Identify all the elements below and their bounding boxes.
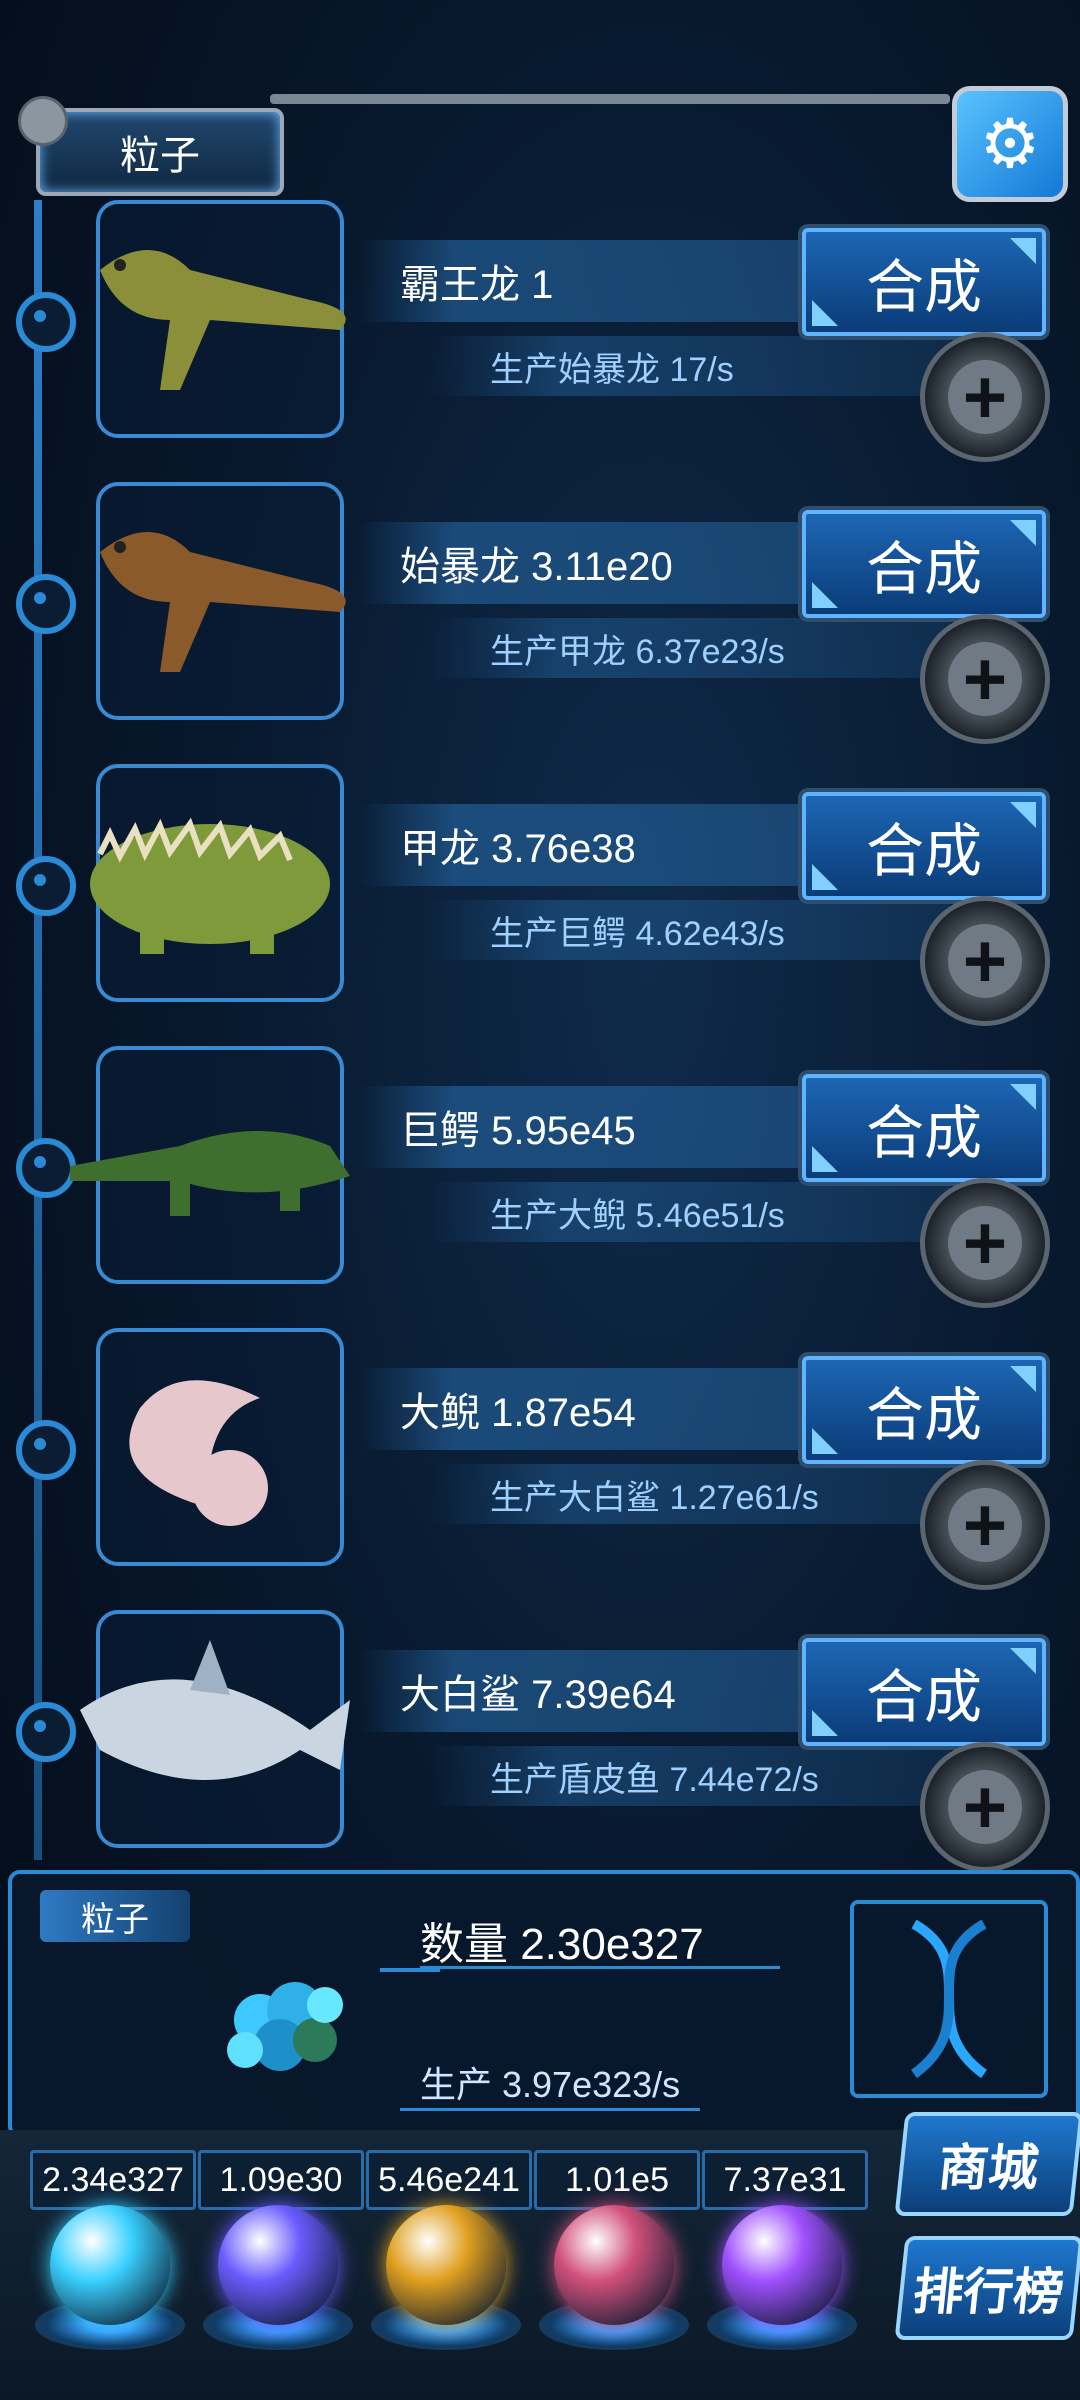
count-underline	[420, 1966, 780, 1969]
craft-button-label: 合成	[865, 255, 982, 320]
particle-cluster-icon	[227, 1982, 343, 2071]
plus-icon: +	[948, 637, 1022, 722]
tab-value-text: 2.34e327	[42, 2160, 184, 2199]
creature-name: 甲龙 3.76e38	[360, 804, 830, 886]
craft-button[interactable]: 合成	[802, 228, 1046, 336]
add-button[interactable]: +	[920, 1178, 1050, 1308]
creature-rate-text: 生产盾皮鱼 7.44e72/s	[490, 1760, 819, 1799]
creature-tyrannosaurus-image	[60, 210, 360, 410]
craft-button[interactable]: 合成	[802, 792, 1046, 900]
plus-icon: +	[948, 355, 1022, 440]
craft-button[interactable]: 合成	[802, 1356, 1046, 1464]
craft-button-label: 合成	[865, 1665, 982, 1730]
creature-name-text: 始暴龙 3.11e20	[400, 545, 673, 589]
creature-name: 霸王龙 1	[360, 240, 830, 322]
particle-orb[interactable]	[50, 2205, 170, 2325]
page-title-text: 粒子	[120, 134, 200, 178]
creature-eotyrannus-image	[60, 492, 360, 692]
plus-icon: +	[948, 1765, 1022, 1850]
settings-button[interactable]: ⚙	[952, 86, 1068, 202]
tab-value-text: 1.09e30	[219, 2160, 343, 2199]
plus-icon: +	[948, 919, 1022, 1004]
plus-icon: +	[948, 1201, 1022, 1286]
gear-icon: ⚙	[979, 106, 1041, 182]
rate-underline	[400, 2108, 700, 2111]
panel-tag: 粒子	[40, 1890, 190, 1942]
creature-rate: 生产盾皮鱼 7.44e72/s	[430, 1746, 950, 1806]
particle-count: 数量 2.30e327	[420, 1920, 704, 1969]
leaderboard-button[interactable]: 排行榜	[894, 2236, 1080, 2340]
tab-value: 2.34e327	[30, 2150, 196, 2210]
creature-rate-text: 生产大鲵 5.46e51/s	[490, 1196, 785, 1235]
tab-value: 1.09e30	[198, 2150, 364, 2210]
craft-button[interactable]: 合成	[802, 1638, 1046, 1746]
craft-button-label: 合成	[865, 819, 982, 884]
add-button[interactable]: +	[920, 614, 1050, 744]
creature-rate-text: 生产大白鲨 1.27e61/s	[490, 1478, 819, 1517]
vortex-orb[interactable]	[722, 2205, 842, 2325]
page-title: 粒子	[18, 96, 284, 196]
shop-button[interactable]: 商城	[894, 2112, 1080, 2216]
creature-ankylosaurus-image	[60, 774, 360, 974]
creature-name-text: 甲龙 3.76e38	[400, 827, 636, 871]
creature-rate-text: 生产甲龙 6.37e23/s	[490, 632, 785, 671]
tab-value: 5.46e241	[366, 2150, 532, 2210]
tab-value-text: 1.01e5	[565, 2160, 669, 2199]
creature-rate-text: 生产始暴龙 17/s	[490, 350, 734, 389]
tab-value: 7.37e31	[702, 2150, 868, 2210]
craft-button[interactable]: 合成	[802, 1074, 1046, 1182]
creature-rate: 生产始暴龙 17/s	[430, 336, 950, 396]
creature-rate: 生产大鲵 5.46e51/s	[430, 1182, 950, 1242]
craft-button[interactable]: 合成	[802, 510, 1046, 618]
dna-icon	[850, 1900, 1048, 2098]
creature-axolotl-image	[60, 1338, 360, 1538]
creature-rate: 生产甲龙 6.37e23/s	[430, 618, 950, 678]
particle-rate: 生产 3.97e323/s	[420, 2064, 681, 2105]
craft-button-label: 合成	[865, 1101, 982, 1166]
creature-name: 始暴龙 3.11e20	[360, 522, 830, 604]
creature-rate: 生产大白鲨 1.27e61/s	[430, 1464, 950, 1524]
tab-value-text: 7.37e31	[723, 2160, 847, 2199]
lightning-orb[interactable]	[218, 2205, 338, 2325]
tab-value: 1.01e5	[534, 2150, 700, 2210]
add-button[interactable]: +	[920, 1742, 1050, 1872]
creature-name-text: 巨鳄 5.95e45	[400, 1109, 636, 1153]
creature-name: 大白鲨 7.39e64	[360, 1650, 830, 1732]
left-rail	[34, 200, 42, 1860]
craft-button-label: 合成	[865, 1383, 982, 1448]
creature-name-text: 霸王龙 1	[400, 263, 554, 307]
add-button[interactable]: +	[920, 896, 1050, 1026]
creature-name: 巨鳄 5.95e45	[360, 1086, 830, 1168]
add-button[interactable]: +	[920, 1460, 1050, 1590]
creature-rate-text: 生产巨鳄 4.62e43/s	[490, 914, 785, 953]
plus-icon: +	[948, 1483, 1022, 1568]
creature-rate: 生产巨鳄 4.62e43/s	[430, 900, 950, 960]
brain-orb[interactable]	[554, 2205, 674, 2325]
panel-tag-text: 粒子	[81, 1900, 149, 1939]
creature-name: 大鲵 1.87e54	[360, 1368, 830, 1450]
header-rail	[270, 94, 950, 104]
creature-crocodile-image	[60, 1056, 360, 1256]
craft-button-label: 合成	[865, 537, 982, 602]
creature-shark-image	[60, 1620, 360, 1820]
add-button[interactable]: +	[920, 332, 1050, 462]
creature-name-text: 大白鲨 7.39e64	[400, 1673, 676, 1717]
tab-value-text: 5.46e241	[378, 2160, 520, 2199]
creature-name-text: 大鲵 1.87e54	[400, 1391, 636, 1435]
fire-orb[interactable]	[386, 2205, 506, 2325]
